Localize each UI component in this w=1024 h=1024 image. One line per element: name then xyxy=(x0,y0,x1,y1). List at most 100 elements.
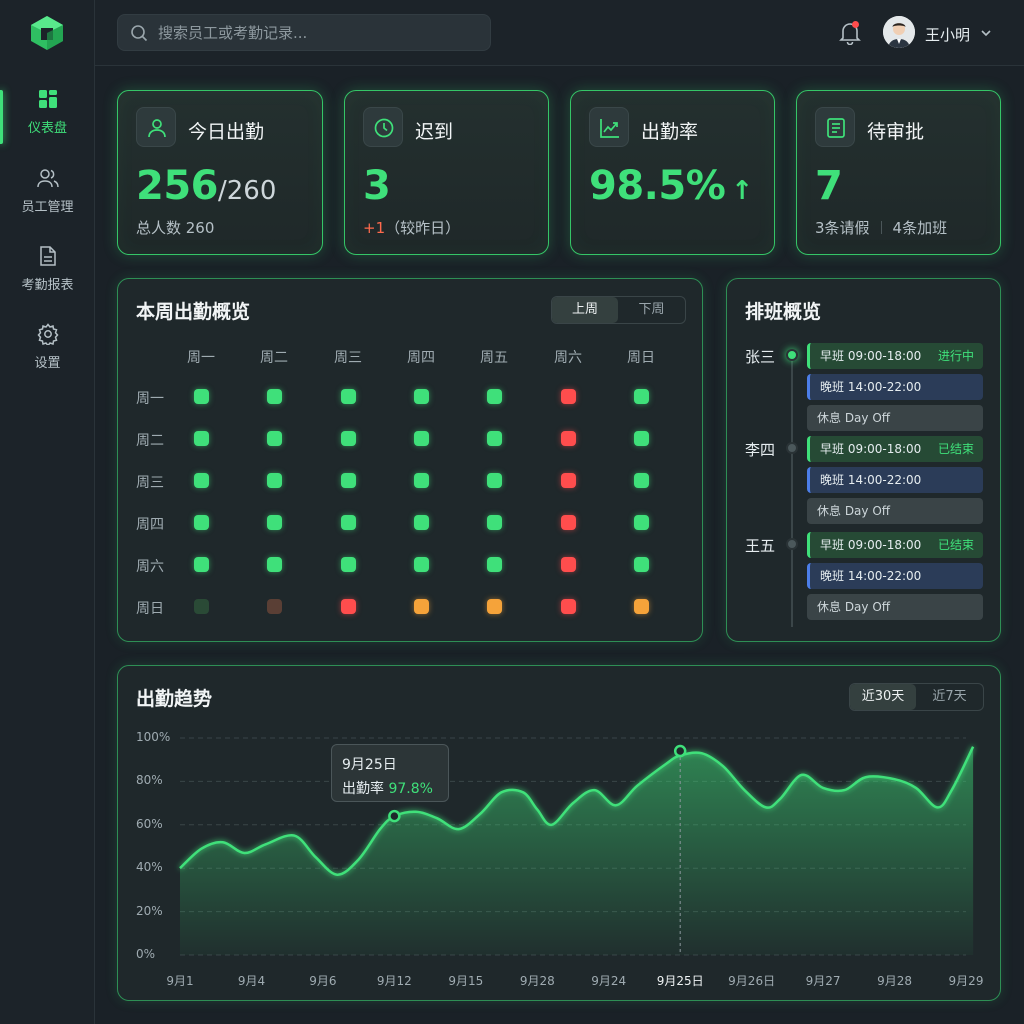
data-point-marker[interactable] xyxy=(673,744,687,758)
attendance-trend-panel: 出勤趋势 近30天 近7天 0% 20% 40% 60% 80% 100% 9月1 9月4 9… xyxy=(117,665,1001,1001)
shift-morning[interactable]: 早班 09:00-18:00 进行中 xyxy=(807,343,983,369)
attendance-cell[interactable] xyxy=(634,557,649,572)
attendance-cell[interactable] xyxy=(341,557,356,572)
attendance-cell[interactable] xyxy=(634,515,649,530)
attendance-cell[interactable] xyxy=(414,389,429,404)
attendance-cell[interactable] xyxy=(194,599,209,614)
shift-evening[interactable]: 晚班 14:00-22:00 xyxy=(807,374,983,400)
stat-title: 迟到 xyxy=(415,121,454,143)
timeline-dot xyxy=(786,442,798,454)
x-tick-label: 9月6 xyxy=(309,974,337,988)
shift-evening[interactable]: 晚班 14:00-22:00 xyxy=(807,467,983,493)
attendance-cell[interactable] xyxy=(414,431,429,446)
sidebar-item-dashboard[interactable]: 仪表盘 xyxy=(0,88,95,148)
top-bar: 王小明 xyxy=(95,0,1024,66)
attendance-cell[interactable] xyxy=(267,389,282,404)
trend-area xyxy=(180,746,974,955)
shift-morning[interactable]: 早班 09:00-18:00 已结束 xyxy=(807,436,983,462)
employee-name: 王五 xyxy=(745,537,776,555)
stat-card-late[interactable]: 迟到 3 +1（较昨日） xyxy=(344,90,549,255)
tooltip-date: 9月25日 xyxy=(342,757,397,773)
shift-off[interactable]: 休息 Day Off xyxy=(807,405,983,431)
attendance-cell[interactable] xyxy=(634,431,649,446)
attendance-cell[interactable] xyxy=(341,473,356,488)
shift-label: 休息 Day Off xyxy=(817,504,891,518)
notification-dot xyxy=(852,21,859,28)
attendance-cell[interactable] xyxy=(487,599,502,614)
stat-title: 出勤率 xyxy=(641,121,699,143)
shift-evening[interactable]: 晚班 14:00-22:00 xyxy=(807,563,983,589)
attendance-cell[interactable] xyxy=(341,599,356,614)
sidebar-item-label: 设置 xyxy=(34,356,61,371)
attendance-cell[interactable] xyxy=(267,599,282,614)
attendance-cell[interactable] xyxy=(561,515,576,530)
search-box[interactable] xyxy=(117,14,491,51)
x-tick-label: 9月15 xyxy=(448,974,484,988)
attendance-cell[interactable] xyxy=(267,431,282,446)
attendance-cell[interactable] xyxy=(341,389,356,404)
attendance-cell[interactable] xyxy=(414,557,429,572)
attendance-cell[interactable] xyxy=(267,515,282,530)
sidebar-item-settings[interactable]: 设置 xyxy=(0,323,95,383)
stat-value: 98.5% ↑ xyxy=(589,163,753,209)
attendance-cell[interactable] xyxy=(341,515,356,530)
shift-morning[interactable]: 早班 09:00-18:00 已结束 xyxy=(807,532,983,558)
trend-chart[interactable] xyxy=(118,666,1002,1002)
attendance-cell[interactable] xyxy=(561,431,576,446)
shift-label: 早班 09:00-18:00 xyxy=(820,538,922,552)
attendance-cell[interactable] xyxy=(634,473,649,488)
attendance-cell[interactable] xyxy=(487,557,502,572)
employee-name: 李四 xyxy=(745,441,776,459)
user-avatar-icon xyxy=(883,16,915,48)
avatar[interactable] xyxy=(883,16,915,48)
attendance-cell[interactable] xyxy=(561,557,576,572)
timeline-dot xyxy=(786,349,798,361)
attendance-cell[interactable] xyxy=(634,389,649,404)
attendance-cell[interactable] xyxy=(341,431,356,446)
attendance-cell[interactable] xyxy=(194,557,209,572)
stat-card-pending[interactable]: 待审批 7 3条请假 4条加班 xyxy=(796,90,1001,255)
data-point-marker[interactable] xyxy=(388,809,401,823)
attendance-cell[interactable] xyxy=(267,557,282,572)
attendance-cell[interactable] xyxy=(194,389,209,404)
shift-label: 晚班 14:00-22:00 xyxy=(820,473,922,487)
attendance-cell[interactable] xyxy=(561,599,576,614)
shift-label: 早班 09:00-18:00 xyxy=(820,349,922,363)
stat-card-attendance[interactable]: 今日出勤 256/260 总人数 260 xyxy=(117,90,323,255)
attendance-cell[interactable] xyxy=(487,515,502,530)
attendance-cell[interactable] xyxy=(414,599,429,614)
attendance-cell[interactable] xyxy=(414,473,429,488)
search-input[interactable] xyxy=(158,15,478,50)
attendance-cell[interactable] xyxy=(634,599,649,614)
attendance-cell[interactable] xyxy=(414,515,429,530)
stat-value: 3 xyxy=(363,163,391,209)
attendance-cell[interactable] xyxy=(487,431,502,446)
attendance-cell[interactable] xyxy=(267,473,282,488)
shift-off[interactable]: 休息 Day Off xyxy=(807,594,983,620)
shift-label: 休息 Day Off xyxy=(817,411,891,425)
attendance-cell[interactable] xyxy=(194,473,209,488)
user-icon xyxy=(148,119,166,138)
timeline-line xyxy=(791,357,793,627)
attendance-cell[interactable] xyxy=(561,473,576,488)
stat-title: 今日出勤 xyxy=(188,121,265,143)
chevron-down-icon[interactable] xyxy=(980,27,992,39)
attendance-cell[interactable] xyxy=(194,515,209,530)
row-label: 周二 xyxy=(136,433,164,449)
stat-card-rate[interactable]: 出勤率 98.5% ↑ xyxy=(570,90,775,255)
user-name[interactable]: 王小明 xyxy=(925,24,970,45)
search-icon xyxy=(131,25,148,42)
attendance-cell[interactable] xyxy=(194,431,209,446)
sidebar-item-reports[interactable]: 考勤报表 xyxy=(0,245,95,305)
app-logo[interactable] xyxy=(29,14,65,52)
sidebar-item-employees[interactable]: 员工管理 xyxy=(0,167,95,227)
notification-button[interactable] xyxy=(839,21,863,46)
attendance-cell[interactable] xyxy=(487,473,502,488)
shift-off[interactable]: 休息 Day Off xyxy=(807,498,983,524)
next-week-button[interactable]: 下周 xyxy=(618,297,685,323)
x-tick-label: 9月1 xyxy=(166,974,194,988)
chart-tooltip: 9月25日 出勤率 97.8% xyxy=(331,744,449,802)
prev-week-button[interactable]: 上周 xyxy=(552,297,618,323)
attendance-cell[interactable] xyxy=(561,389,576,404)
attendance-cell[interactable] xyxy=(487,389,502,404)
